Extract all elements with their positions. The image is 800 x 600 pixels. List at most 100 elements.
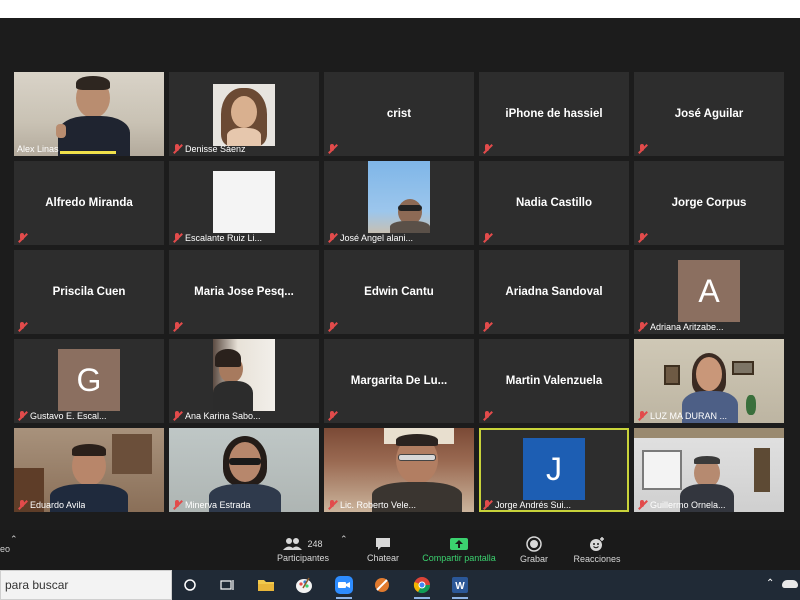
tile-footer: Adriana Aritzabe... (637, 322, 724, 332)
chat-icon (376, 538, 390, 550)
tile-footer (482, 411, 492, 421)
participant-name: Eduardo Avila (30, 500, 86, 510)
muted-mic-icon (637, 500, 647, 510)
avatar: A (678, 260, 740, 322)
muted-mic-icon (172, 144, 182, 154)
muted-mic-icon (637, 322, 647, 332)
participants-label: Participantes (276, 553, 330, 563)
participant-tile[interactable]: Martin Valenzuela (479, 339, 629, 423)
reactions-button[interactable]: Reacciones (568, 530, 626, 570)
task-view-icon[interactable] (218, 575, 238, 595)
tile-footer: Escalante Ruiz Li... (172, 233, 262, 243)
word-icon[interactable]: W (450, 575, 470, 599)
taskbar-search-input[interactable] (5, 578, 165, 592)
participant-tile[interactable]: Alfredo Miranda (14, 161, 164, 245)
participant-video (213, 84, 275, 146)
participant-tile[interactable]: Denisse Sáenz (169, 72, 319, 156)
chat-label: Chatear (366, 553, 400, 563)
muted-mic-icon (17, 411, 27, 421)
cloud-icon[interactable] (782, 580, 798, 588)
participants-count: 248 (307, 539, 323, 549)
sketch-app-icon[interactable] (372, 575, 392, 595)
muted-mic-icon (172, 322, 182, 332)
participants-icon (283, 538, 303, 550)
cortana-circle-icon[interactable] (180, 575, 200, 595)
participant-tile[interactable]: Margarita De Lu... (324, 339, 474, 423)
muted-mic-icon (482, 144, 492, 154)
tile-footer: Jorge Andrés Sui... (482, 500, 571, 510)
participant-tile[interactable]: José Angel alani... (324, 161, 474, 245)
participant-tile[interactable]: Jorge Corpus (634, 161, 784, 245)
participant-name-center: Edwin Cantu (364, 286, 434, 298)
reactions-icon (590, 537, 604, 551)
participant-tile[interactable]: Eduardo Avila (14, 428, 164, 512)
participant-tile[interactable]: iPhone de hassiel (479, 72, 629, 156)
participant-tile[interactable]: Minerva Estrada (169, 428, 319, 512)
participant-tile[interactable]: Ana Karina Sabo... (169, 339, 319, 423)
participant-tile[interactable]: Maria Jose Pesq... (169, 250, 319, 334)
muted-mic-icon (482, 411, 492, 421)
participant-tile[interactable]: Edwin Cantu (324, 250, 474, 334)
file-explorer-icon[interactable] (256, 575, 276, 595)
tile-footer: José Angel alani... (327, 233, 413, 243)
record-icon (526, 536, 542, 552)
participants-button[interactable]: 248 Participantes (270, 530, 336, 570)
record-label: Grabar (519, 554, 548, 564)
chevron-up-icon[interactable]: ⌃ (10, 534, 18, 545)
muted-mic-icon (172, 500, 182, 510)
tile-footer: LUZ MA DURAN ... (637, 411, 727, 421)
tile-footer: Alex Linas (17, 144, 59, 154)
share-screen-button[interactable]: Compartir pantalla (418, 530, 500, 570)
participant-name: Ana Karina Sabo... (185, 411, 261, 421)
muted-mic-icon (327, 144, 337, 154)
gallery-grid: Alex Linas Denisse Sáenz crist iPhone de… (14, 54, 784, 514)
participant-tile[interactable]: A Adriana Aritzabe... (634, 250, 784, 334)
participant-name-center: Jorge Corpus (671, 197, 747, 209)
participant-name-center: Nadia Castillo (515, 197, 593, 209)
muted-mic-icon (327, 411, 337, 421)
taskbar-search[interactable] (0, 570, 172, 600)
muted-mic-icon (637, 233, 647, 243)
chevron-up-icon[interactable]: ⌃ (340, 534, 348, 545)
participant-tile[interactable]: LUZ MA DURAN ... (634, 339, 784, 423)
chevron-up-icon[interactable]: ⌃ (766, 578, 774, 589)
muted-mic-icon (327, 233, 337, 243)
muted-mic-icon (17, 500, 27, 510)
window-top-strip (0, 0, 800, 18)
participant-name-center: José Aguilar (674, 108, 744, 120)
participant-tile-active-speaker[interactable]: J Jorge Andrés Sui... (479, 428, 629, 512)
tile-footer: Lic. Roberto Vele... (327, 500, 416, 510)
participant-tile[interactable]: Guillermo Ornela... (634, 428, 784, 512)
tile-footer (17, 322, 27, 332)
participant-tile[interactable]: G Gustavo E. Escal... (14, 339, 164, 423)
participant-name: Jorge Andrés Sui... (495, 500, 572, 510)
participant-name: José Angel alani... (340, 233, 414, 243)
tile-footer (482, 233, 492, 243)
participant-tile[interactable]: Escalante Ruiz Li... (169, 161, 319, 245)
tile-footer: Guillermo Ornela... (637, 500, 726, 510)
chrome-icon[interactable] (412, 575, 432, 599)
muted-mic-icon (327, 500, 337, 510)
tile-footer: Minerva Estrada (172, 500, 251, 510)
participant-tile[interactable]: Nadia Castillo (479, 161, 629, 245)
paint-icon[interactable] (294, 575, 314, 595)
record-button[interactable]: Grabar (512, 530, 556, 570)
muted-mic-icon (482, 322, 492, 332)
participant-tile[interactable]: Lic. Roberto Vele... (324, 428, 474, 512)
tile-footer: Ana Karina Sabo... (172, 411, 261, 421)
participant-tile[interactable]: Alex Linas (14, 72, 164, 156)
participant-name-center: Priscila Cuen (52, 286, 126, 298)
participant-video (213, 339, 275, 411)
zoom-icon[interactable] (334, 575, 354, 599)
chat-button[interactable]: Chatear (358, 530, 408, 570)
muted-mic-icon (637, 144, 647, 154)
participant-tile[interactable]: crist (324, 72, 474, 156)
participant-tile[interactable]: Priscila Cuen (14, 250, 164, 334)
participant-name-center: crist (386, 108, 412, 120)
tile-footer (482, 144, 492, 154)
participant-tile[interactable]: Ariadna Sandoval (479, 250, 629, 334)
participant-tile[interactable]: José Aguilar (634, 72, 784, 156)
tile-footer (327, 144, 337, 154)
video-button-label-fragment[interactable]: eo (0, 544, 10, 554)
participant-name-center: Martin Valenzuela (505, 375, 603, 387)
